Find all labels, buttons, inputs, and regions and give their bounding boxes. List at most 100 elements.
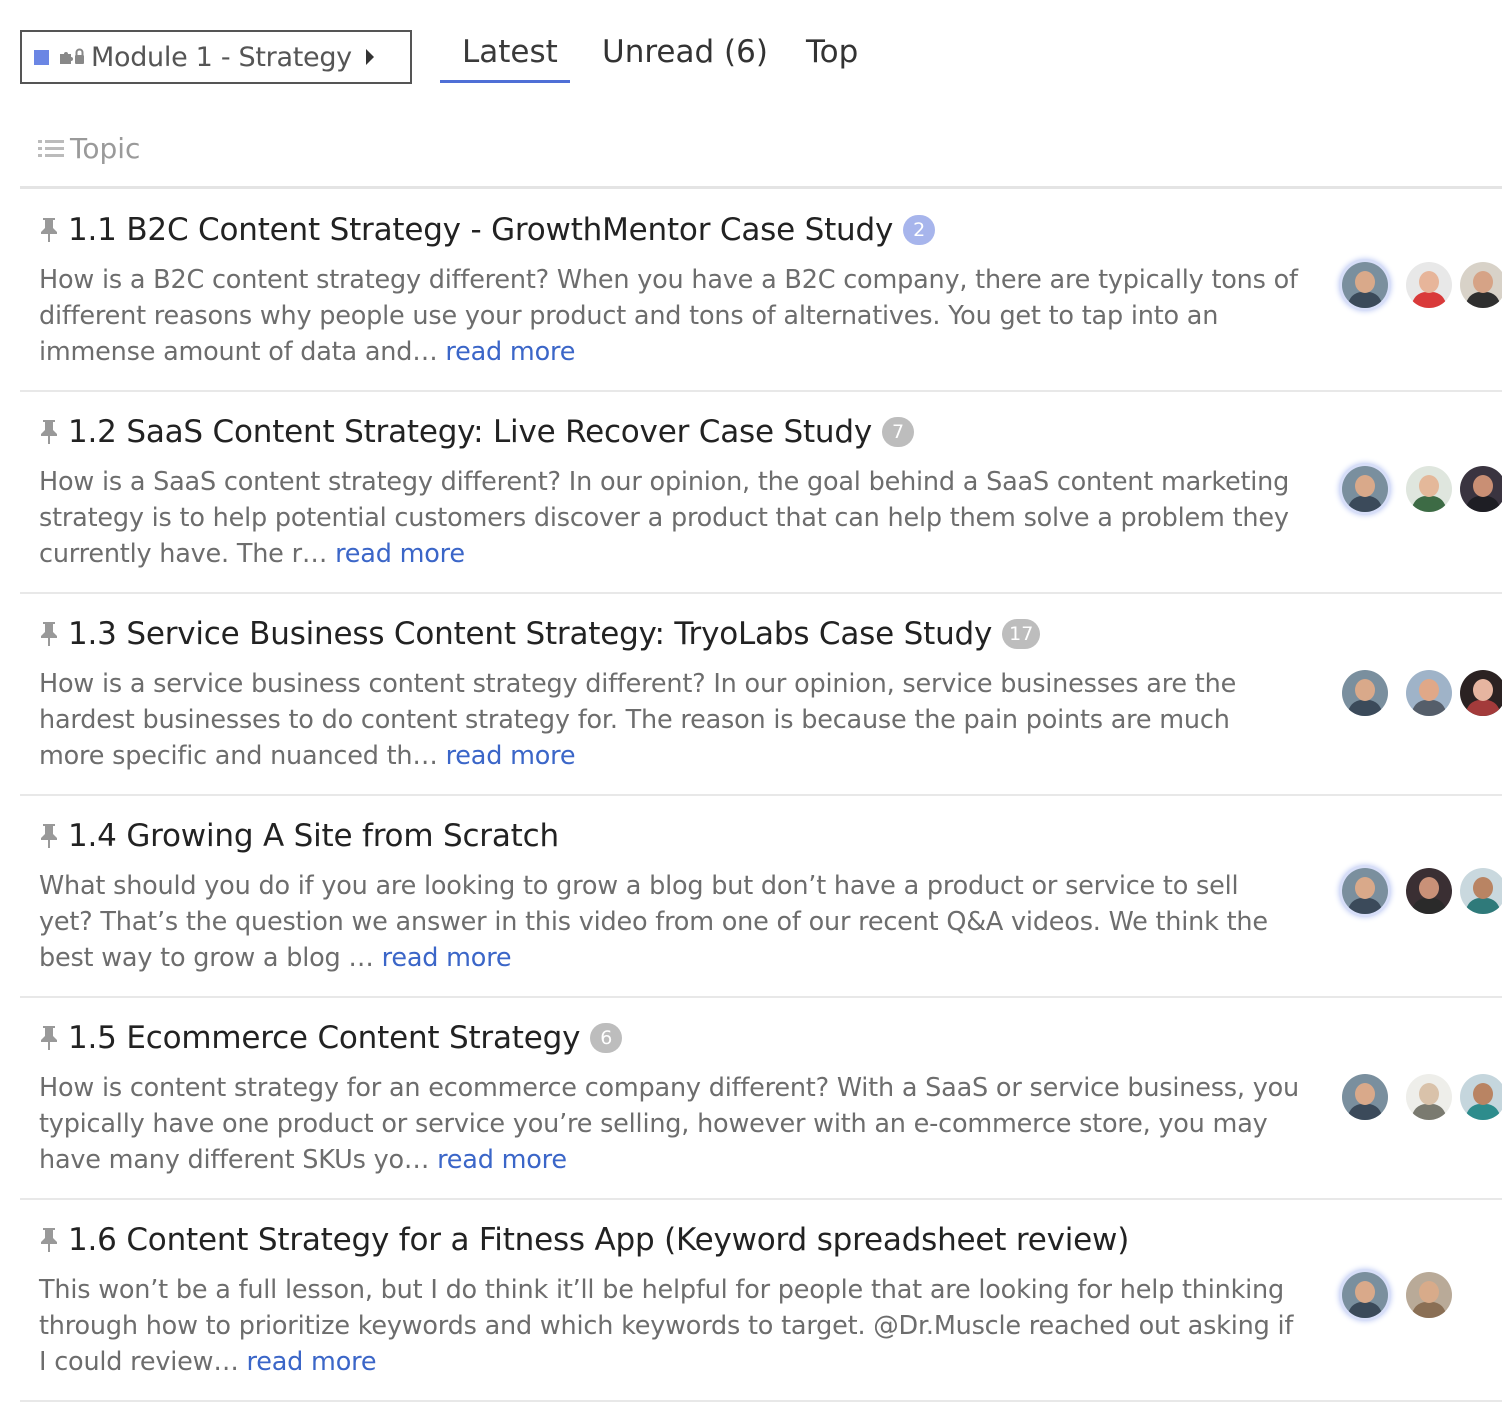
pin-icon [41,1026,57,1050]
topic-row[interactable]: 1.2 SaaS Content Strategy: Live Recover … [20,392,1502,594]
reply-count-badge[interactable]: 17 [1002,619,1041,649]
avatar-face [1473,475,1493,497]
tab-latest[interactable]: Latest [462,34,558,70]
reply-count-badge[interactable]: 7 [882,417,914,447]
avatar-face [1419,1083,1439,1105]
topic-excerpt: How is a SaaS content strategy different… [39,464,1299,572]
pin-icon [41,420,57,444]
poster-avatar[interactable] [1460,1074,1502,1120]
avatar-face [1473,877,1493,899]
avatar-body [1466,700,1500,716]
reply-count-badge[interactable]: 6 [590,1023,623,1053]
avatar-body [1466,898,1500,914]
topic-title-link[interactable]: 1.2 SaaS Content Strategy: Live Recover … [68,414,872,450]
topic-title-link[interactable]: 1.1 B2C Content Strategy - GrowthMentor … [68,212,893,248]
topic-excerpt: How is a service business content strate… [39,666,1299,774]
avatar-face [1355,271,1375,293]
category-label: Module 1 - Strategy [91,41,352,73]
avatar-body [1348,1302,1382,1318]
pin-icon [41,218,57,242]
pin-icon [41,622,57,646]
topic-row[interactable]: 1.5 Ecommerce Content Strategy 6 How is co… [20,998,1502,1200]
poster-avatar[interactable] [1342,262,1388,308]
topic-excerpt: How is a B2C content strategy different?… [39,262,1299,370]
navigation-bar: Module 1 - Strategy Latest Unread (6) To… [20,30,1480,84]
read-more-link[interactable]: read more [335,539,465,569]
poster-avatar[interactable] [1460,670,1502,716]
poster-avatar[interactable] [1460,466,1502,512]
category-color-swatch [34,49,49,65]
poster-avatar[interactable] [1406,1272,1452,1318]
excerpt-text: What should you do if you are looking to… [39,871,1268,973]
poster-avatar[interactable] [1406,1074,1452,1120]
topic-column-header[interactable]: Topic [38,132,140,165]
reply-count-badge[interactable]: 2 [903,215,936,245]
topic-row[interactable]: 1.6 Content Strategy for a Fitness App (… [20,1200,1502,1402]
avatar-body [1466,1104,1500,1120]
avatar-body [1466,496,1500,512]
avatar-face [1355,1281,1375,1303]
poster-avatar[interactable] [1460,262,1502,308]
excerpt-text: How is content strategy for an ecommerce… [39,1073,1299,1175]
tab-unread[interactable]: Unread (6) [602,34,768,70]
poster-avatar[interactable] [1342,670,1388,716]
poster-avatar[interactable] [1460,868,1502,914]
avatar-face [1419,679,1439,701]
topic-excerpt: How is content strategy for an ecommerce… [39,1070,1299,1178]
avatar-face [1419,1281,1439,1303]
topic-row[interactable]: 1.1 B2C Content Strategy - GrowthMentor … [20,190,1502,392]
list-icon [38,139,64,157]
poster-avatar[interactable] [1342,466,1388,512]
topic-title-link[interactable]: 1.6 Content Strategy for a Fitness App (… [68,1222,1129,1258]
poster-avatar[interactable] [1342,868,1388,914]
pin-icon [41,824,57,848]
topic-title-link[interactable]: 1.5 Ecommerce Content Strategy [68,1020,580,1056]
avatar-body [1348,700,1382,716]
avatar-body [1348,1104,1382,1120]
avatar-body [1412,1104,1446,1120]
avatar-face [1419,475,1439,497]
poster-avatar[interactable] [1406,670,1452,716]
read-more-link[interactable]: read more [445,337,575,367]
poster-avatar[interactable] [1406,262,1452,308]
topic-title-line: 1.3 Service Business Content Strategy: T… [38,616,1041,652]
read-more-link[interactable]: read more [382,943,512,973]
avatar-body [1348,292,1382,308]
topic-row[interactable]: 1.4 Growing A Site from Scratch What shou… [20,796,1502,998]
avatar-face [1355,877,1375,899]
read-more-link[interactable]: read more [247,1347,377,1377]
avatar-face [1355,475,1375,497]
topic-title-line: 1.4 Growing A Site from Scratch [38,818,559,854]
avatar-face [1473,1083,1493,1105]
topic-row[interactable]: 1.3 Service Business Content Strategy: T… [20,594,1502,796]
topic-excerpt: What should you do if you are looking to… [39,868,1299,976]
topic-title-line: 1.5 Ecommerce Content Strategy 6 [38,1020,623,1056]
excerpt-text: How is a SaaS content strategy different… [39,467,1290,569]
topic-title-link[interactable]: 1.3 Service Business Content Strategy: T… [68,616,992,652]
category-dropdown[interactable]: Module 1 - Strategy [20,30,412,84]
topic-title-link[interactable]: 1.4 Growing A Site from Scratch [68,818,559,854]
avatar-body [1412,292,1446,308]
pin-icon [41,1228,57,1252]
excerpt-text: How is a service business content strate… [39,669,1237,771]
poster-avatar[interactable] [1342,1272,1388,1318]
avatar-face [1419,271,1439,293]
header-divider [20,186,1502,189]
read-more-link[interactable]: read more [437,1145,567,1175]
poster-avatar[interactable] [1406,466,1452,512]
caret-right-icon [365,49,374,65]
avatar-face [1355,1083,1375,1105]
avatar-face [1473,271,1493,293]
active-tab-indicator [440,80,570,83]
poster-avatar[interactable] [1342,1074,1388,1120]
avatar-body [1412,700,1446,716]
read-more-link[interactable]: read more [446,741,576,771]
avatar-body [1466,292,1500,308]
avatar-body [1348,496,1382,512]
avatar-body [1412,496,1446,512]
tab-top[interactable]: Top [806,34,858,70]
topic-title-line: 1.2 SaaS Content Strategy: Live Recover … [38,414,914,450]
excerpt-text: This won’t be a full lesson, but I do th… [39,1275,1294,1377]
poster-avatar[interactable] [1406,868,1452,914]
topic-title-line: 1.6 Content Strategy for a Fitness App (… [38,1222,1129,1258]
